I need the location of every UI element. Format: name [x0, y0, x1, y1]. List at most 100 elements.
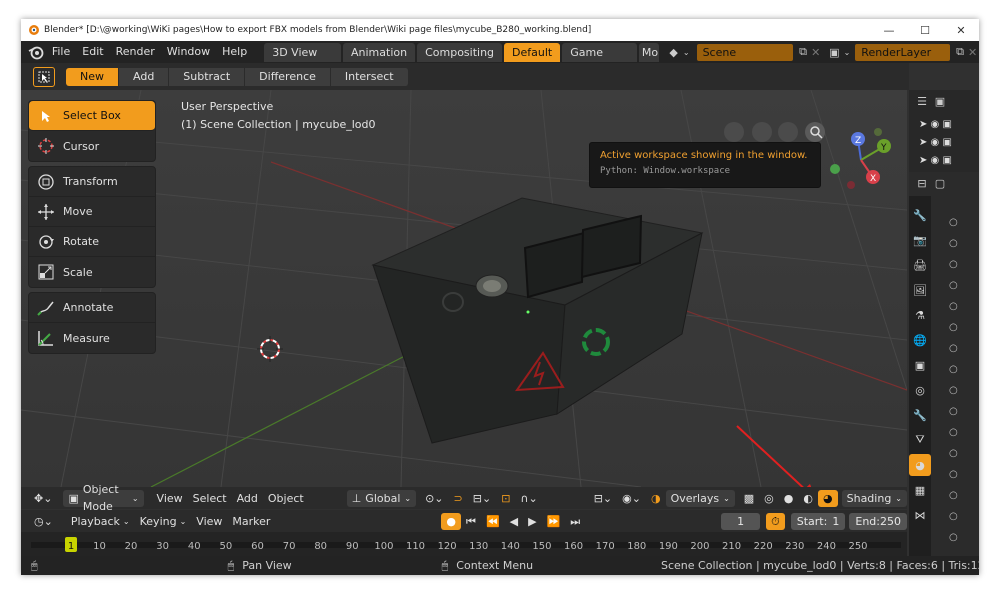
pin-icon[interactable]: ▢	[933, 176, 947, 190]
tab-default[interactable]: Default	[504, 42, 561, 62]
solid-shading-icon[interactable]: ●	[779, 490, 799, 507]
jump-start-icon[interactable]: ⏮	[461, 513, 481, 530]
tool-tab-icon[interactable]: 🔧	[909, 204, 931, 226]
scene-tab-icon[interactable]: ⚗	[909, 304, 931, 326]
outliner-row[interactable]: ➤ ◉ ▣	[919, 134, 969, 152]
tab-animation[interactable]: Animation	[343, 42, 416, 62]
tool-move[interactable]: Move	[29, 197, 155, 227]
render-tab-icon[interactable]: 📷	[909, 229, 931, 251]
tool-annotate[interactable]: Annotate	[29, 293, 155, 323]
world-tab-icon[interactable]: 🌐	[909, 329, 931, 351]
rendered-shading-icon[interactable]: ◕	[818, 489, 838, 507]
prev-keyframe-icon[interactable]: ⏪	[481, 513, 505, 530]
tool-cursor[interactable]: Cursor	[29, 131, 155, 161]
tab-more[interactable]: Mo	[638, 42, 660, 62]
overlays-dropdown[interactable]: Overlays ⌄	[665, 489, 735, 507]
lookdev-shading-icon[interactable]: ◐	[798, 490, 818, 507]
tool-scale[interactable]: Scale	[29, 257, 155, 287]
display-mode-icon[interactable]: ▣	[933, 94, 947, 108]
shading-dropdown[interactable]: Shading ⌄	[841, 489, 907, 507]
wireframe-shading-icon[interactable]: ◎	[759, 490, 779, 507]
modifier-tab-icon[interactable]: 🔧	[909, 404, 931, 426]
scene-selector[interactable]: Scene	[696, 43, 793, 61]
menu-select[interactable]: Select	[188, 490, 232, 507]
menu-file[interactable]: File	[46, 41, 76, 63]
falloff-icon[interactable]: ∩⌄	[515, 490, 542, 507]
tool-rotate[interactable]: Rotate	[29, 227, 155, 257]
proportional-edit-icon[interactable]: ⊡	[496, 490, 515, 507]
material-tab-icon[interactable]: ◕	[909, 454, 931, 476]
menu-marker[interactable]: Marker	[227, 513, 275, 530]
play-icon[interactable]: ▶	[523, 513, 541, 530]
viewport-object-types-icon[interactable]: ⊟⌄	[589, 490, 617, 507]
menu-render[interactable]: Render	[110, 41, 161, 63]
menu-view[interactable]: View	[152, 490, 188, 507]
properties-editor-icon[interactable]: ⊟	[915, 176, 929, 190]
3d-viewport[interactable]: Z Y X User Perspective (1) Scene Collect…	[21, 90, 907, 487]
mode-add-button[interactable]: Add	[119, 67, 170, 86]
menu-playback[interactable]: Playback ⌄	[66, 513, 135, 530]
mode-subtract-button[interactable]: Subtract	[169, 67, 246, 86]
outliner-editor-icon[interactable]: ☰	[915, 94, 929, 108]
view-layer-tab-icon[interactable]: 🖼	[909, 279, 931, 301]
gizmo-icon[interactable]: ◑	[646, 490, 666, 507]
editor-type-icon[interactable]: ✥⌄	[29, 490, 57, 507]
maximize-button[interactable]: ☐	[907, 19, 943, 41]
next-keyframe-icon[interactable]: ⏩	[542, 513, 566, 530]
nodes-tab-icon[interactable]: ⋈	[909, 504, 931, 526]
orientation-dropdown[interactable]: ⊥ Global ⌄	[346, 489, 417, 507]
menu-add[interactable]: Add	[232, 490, 263, 507]
close-window-button[interactable]: ✕	[943, 19, 979, 41]
render-layer-icon[interactable]: ▣	[828, 45, 841, 59]
texture-tab-icon[interactable]: ▦	[909, 479, 931, 501]
remove-scene-icon[interactable]: ✕	[809, 45, 822, 59]
copy-scene-icon[interactable]: ⧉	[797, 45, 810, 59]
visibility-icon[interactable]: ◉⌄	[617, 490, 646, 507]
menu-edit[interactable]: Edit	[76, 41, 109, 63]
copy-layer-icon[interactable]: ⧉	[954, 45, 967, 59]
tab-3d-view-full[interactable]: 3D View Full	[264, 42, 341, 78]
outliner[interactable]: ☰ ▣ ➤ ◉ ▣ ➤ ◉ ▣ ➤ ◉ ▣	[909, 90, 979, 172]
mode-difference-button[interactable]: Difference	[245, 67, 331, 86]
tab-compositing[interactable]: Compositing	[417, 42, 503, 62]
record-icon[interactable]: ●	[441, 512, 462, 530]
current-frame-field[interactable]: 1	[721, 512, 761, 530]
start-frame-field[interactable]: Start: 1	[790, 512, 846, 530]
jump-end-icon[interactable]: ⏭	[565, 513, 585, 530]
menu-help[interactable]: Help	[216, 41, 253, 63]
tool-select-box[interactable]: Select Box	[29, 101, 155, 131]
snap-icon[interactable]: ⊃	[449, 490, 468, 507]
outliner-row[interactable]: ➤ ◉ ▣	[919, 116, 969, 134]
timeline-editor-icon[interactable]: ◷⌄	[29, 513, 58, 530]
mode-intersect-button[interactable]: Intersect	[330, 67, 409, 86]
timeline-ruler[interactable]: 1 10 20 30 40 50 60 70 80 90 100 110 120 130 140 150 160…	[21, 532, 907, 556]
stopwatch-icon[interactable]: ⏱	[766, 512, 785, 530]
menu-object[interactable]: Object	[263, 490, 309, 507]
snap-target-icon[interactable]: ⊟⌄	[468, 490, 496, 507]
pivot-icon[interactable]: ⊙⌄	[420, 490, 448, 507]
tool-measure[interactable]: Measure	[29, 323, 155, 353]
xray-icon[interactable]: ▩	[739, 490, 759, 507]
outliner-row[interactable]: ➤ ◉ ▣	[919, 152, 969, 170]
minimize-button[interactable]: —	[871, 19, 907, 41]
object-tab-icon[interactable]: ▣	[909, 354, 931, 376]
play-reverse-icon[interactable]: ◀	[505, 513, 523, 530]
render-layer-selector[interactable]: RenderLayer	[855, 43, 950, 61]
properties-rows: ○ ○ ○ ○ ○ ○ ○ ○ ○ ○ ○ ○ ○ ○ ○ ○	[949, 217, 958, 543]
physics-tab-icon[interactable]: ◎	[909, 379, 931, 401]
tab-game-logic[interactable]: Game Logic	[562, 42, 637, 78]
object-mode-dropdown[interactable]: ▣ Object Mode ⌄	[63, 483, 144, 513]
blender-logo-icon[interactable]	[26, 41, 46, 63]
scene-icon[interactable]: ◆	[667, 45, 680, 59]
select-mode-icon[interactable]	[33, 66, 55, 87]
output-tab-icon[interactable]: 🖨	[909, 254, 931, 276]
constraints-tab-icon[interactable]: ⛛	[909, 429, 931, 451]
remove-layer-icon[interactable]: ✕	[966, 45, 979, 59]
menu-keying[interactable]: Keying ⌄	[135, 513, 192, 530]
mode-new-button[interactable]: New	[66, 67, 119, 86]
end-frame-field[interactable]: End: 250	[849, 512, 907, 530]
tool-transform[interactable]: Transform	[29, 167, 155, 197]
menu-window[interactable]: Window	[161, 41, 216, 63]
properties-panel[interactable]: ⊟ ▢ 🔧 📷 🖨 🖼 ⚗ 🌐 ▣ ◎ 🔧 ⛛ ◕ ▦ ⋈ ○ ○ ○ ○ ○ ○ ○ ○ ○ ○…	[909, 172, 979, 556]
menu-timeline-view[interactable]: View	[191, 513, 227, 530]
